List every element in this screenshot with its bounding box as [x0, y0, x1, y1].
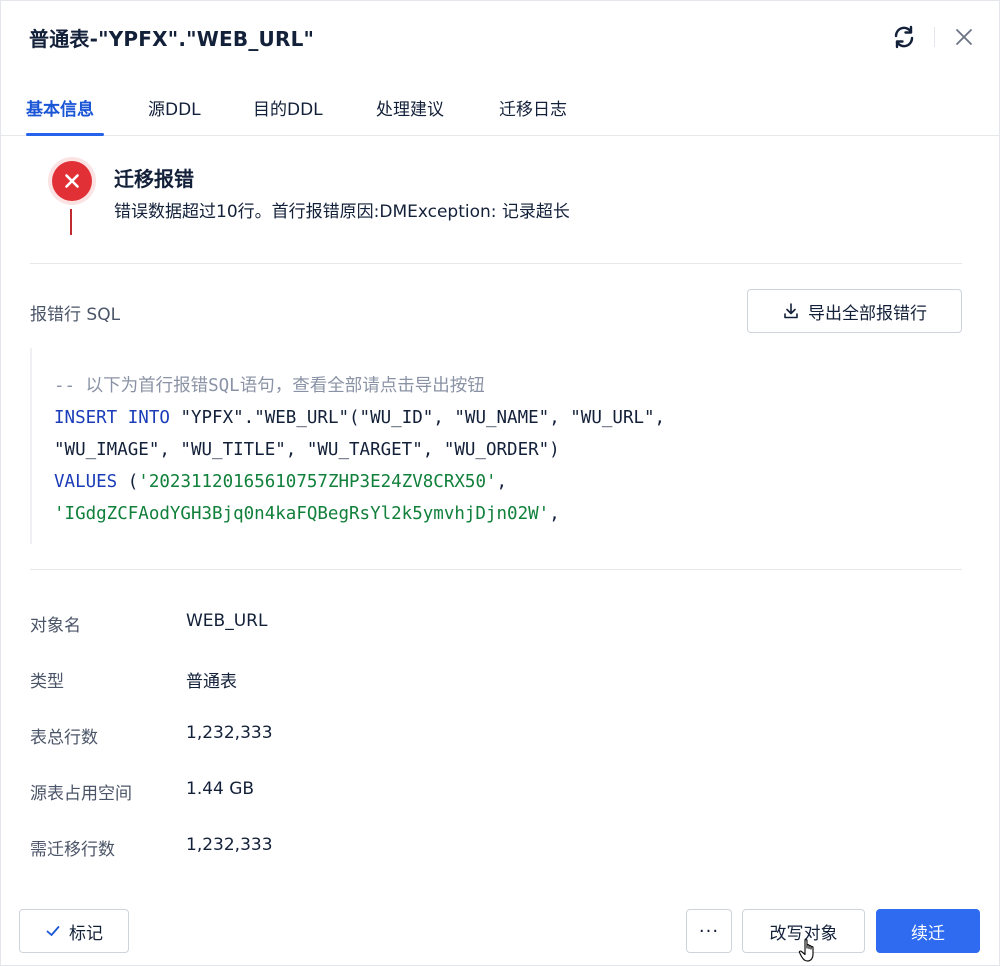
info-value: 普通表 — [186, 672, 237, 692]
tab-basic-info[interactable]: 基本信息 — [26, 95, 94, 120]
dialog-title: 普通表-"YPFX"."WEB_URL" — [29, 27, 315, 51]
status-title: 迁移报错 — [114, 167, 194, 191]
tab-migration-log[interactable]: 迁移日志 — [499, 95, 567, 120]
tab-bar: 基本信息 源DDL 目的DDL 处理建议 迁移日志 — [1, 81, 1000, 136]
info-key: 需迁移行数 — [30, 840, 115, 860]
header-divider — [934, 27, 935, 47]
tab-target-ddl[interactable]: 目的DDL — [253, 95, 323, 120]
sql-separator: , — [549, 504, 560, 524]
info-key: 源表占用空间 — [30, 784, 132, 804]
rewrite-object-button[interactable]: 改写对象 — [742, 909, 865, 953]
sql-keyword-insert: INSERT INTO — [54, 408, 170, 428]
info-value: 1.44 GB — [186, 779, 255, 799]
error-sql-code: -- 以下为首行报错SQL语句，查看全部请点击导出按钮 INSERT INTO … — [30, 348, 962, 544]
export-error-rows-button[interactable]: 导出全部报错行 — [747, 289, 962, 333]
close-icon[interactable] — [948, 21, 980, 53]
info-value: 1,232,333 — [186, 835, 273, 855]
status-timeline-line — [70, 209, 72, 235]
more-options-button[interactable]: ··· — [686, 909, 732, 953]
sql-column-list: "WU_IMAGE", "WU_TITLE", "WU_TARGET", "WU… — [54, 440, 560, 460]
sql-keyword-values: VALUES — [54, 472, 118, 492]
info-value: 1,232,333 — [186, 723, 273, 743]
sql-value: 'IGdgZCFAodYGH3Bjq0n4kaFQBegRsYl2k5ymvhj… — [54, 504, 550, 524]
export-button-label: 导出全部报错行 — [808, 303, 927, 324]
sql-section-label: 报错行 SQL — [30, 305, 121, 325]
sql-insert-target: "YPFX"."WEB_URL"("WU_ID", "WU_NAME", "WU… — [169, 408, 666, 428]
refresh-icon[interactable] — [888, 21, 920, 53]
continue-migration-button[interactable]: 续迁 — [876, 909, 980, 953]
divider — [30, 263, 962, 264]
error-icon — [52, 161, 92, 201]
mark-button[interactable]: 标记 — [19, 909, 129, 953]
sql-comment: -- 以下为首行报错SQL语句，查看全部请点击导出按钮 — [54, 376, 485, 396]
info-value: WEB_URL — [186, 611, 268, 631]
mark-button-label: 标记 — [69, 923, 103, 944]
download-icon — [784, 303, 798, 319]
divider — [30, 569, 962, 570]
tab-suggestions[interactable]: 处理建议 — [376, 95, 444, 120]
check-icon — [46, 926, 60, 936]
dialog-header: 普通表-"YPFX"."WEB_URL" — [1, 1, 1000, 73]
status-description: 错误数据超过10行。首行报错原因:DMException: 记录超长 — [114, 202, 570, 222]
migration-detail-dialog: 普通表-"YPFX"."WEB_URL" 基本信息 源DDL 目的DDL 处理建… — [0, 0, 1000, 966]
sql-value: '20231120165610757ZHP3E24ZV8CRX50' — [138, 472, 497, 492]
tab-source-ddl[interactable]: 源DDL — [148, 95, 201, 120]
sql-separator: , — [496, 472, 508, 492]
sql-values-open: ( — [117, 472, 139, 492]
active-tab-indicator — [26, 133, 104, 136]
info-key: 类型 — [30, 672, 64, 692]
info-key: 对象名 — [30, 616, 81, 636]
info-key: 表总行数 — [30, 728, 98, 748]
